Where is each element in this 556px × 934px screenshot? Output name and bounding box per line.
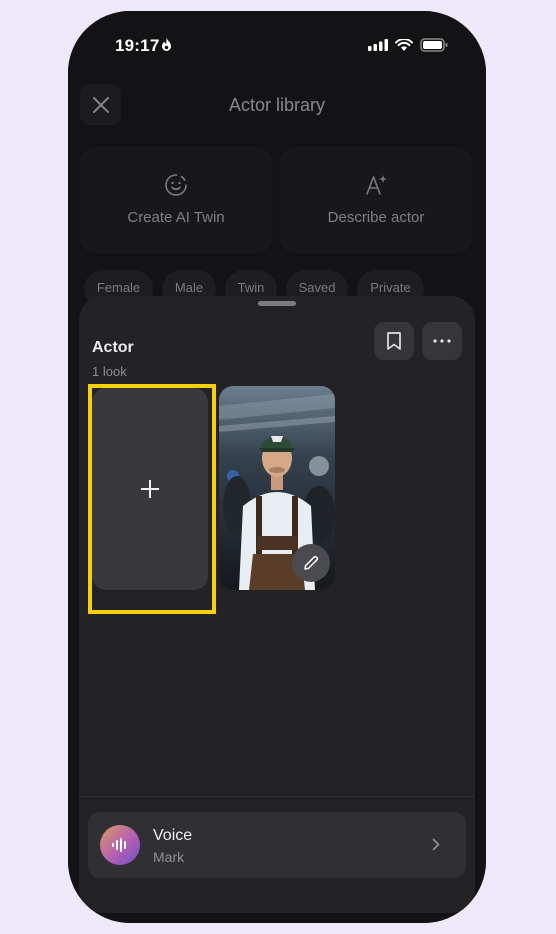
more-options-button[interactable]: [422, 322, 462, 360]
bookmark-button[interactable]: [374, 322, 414, 360]
battery-icon: [420, 38, 448, 52]
voice-name: Mark: [153, 849, 185, 865]
actor-title: Actor: [92, 339, 134, 356]
describe-actor-card[interactable]: Describe actor: [280, 147, 472, 253]
pencil-icon: [304, 555, 319, 570]
voice-avatar: [100, 825, 140, 865]
wifi-icon: [395, 38, 413, 51]
actor-sheet: Actor 1 look Voice Mark: [79, 296, 475, 913]
audio-wave-icon: [112, 838, 126, 852]
bookmark-icon: [387, 332, 401, 350]
edit-look-button[interactable]: [292, 544, 330, 582]
voice-title: Voice: [153, 827, 193, 844]
voice-row[interactable]: Voice Mark: [88, 812, 466, 878]
screen: 19:17 Actor library Create AI Twin Descr…: [68, 11, 486, 923]
page-title: Actor library: [228, 95, 326, 115]
ellipsis-icon: [433, 339, 451, 343]
status-bar: 19:17: [68, 11, 486, 71]
status-icons: [368, 38, 448, 52]
signal-icon: [368, 38, 388, 51]
actor-look-photo[interactable]: [219, 386, 335, 590]
create-ai-twin-label: Create AI Twin: [127, 209, 225, 226]
phone-frame: 19:17 Actor library Create AI Twin Descr…: [68, 11, 486, 923]
text-sparkle-icon: [366, 175, 387, 195]
chevron-right-icon: [432, 838, 440, 851]
status-time: 19:17: [115, 36, 160, 55]
actor-look-count: 1 look: [92, 364, 127, 379]
highlight-box: [88, 384, 216, 614]
smiley-sparkle-icon: [165, 174, 187, 196]
describe-actor-label: Describe actor: [327, 209, 425, 226]
flame-icon: [162, 38, 171, 51]
create-ai-twin-card[interactable]: Create AI Twin: [80, 147, 272, 253]
divider: [79, 796, 475, 797]
sheet-handle[interactable]: [258, 301, 296, 306]
